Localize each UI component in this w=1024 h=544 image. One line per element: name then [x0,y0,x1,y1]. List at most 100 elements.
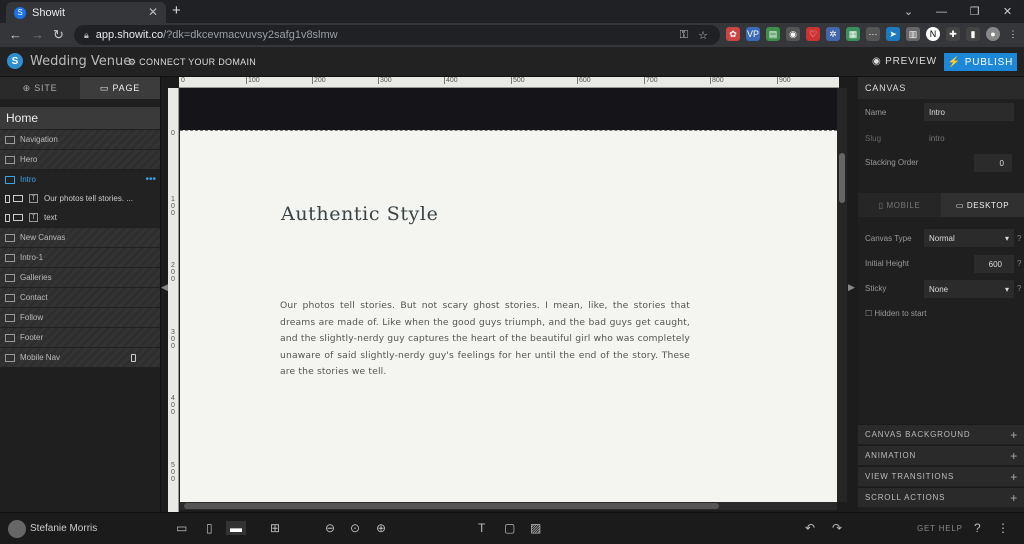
tab-site[interactable]: ⊕ SITE [0,77,80,99]
undo-icon[interactable]: ↶ [805,521,815,535]
extension-vp-icon[interactable]: VP [746,27,760,41]
tab-page[interactable]: ▭ PAGE [80,77,160,99]
minimize-icon[interactable]: — [925,0,958,23]
extensions-puzzle-icon[interactable]: ✚ [946,27,960,41]
reload-icon[interactable]: ↻ [53,27,64,43]
canvas-item-navigation[interactable]: Navigation [0,130,160,149]
bookmark-star-icon[interactable]: ☆ [698,29,708,42]
key-icon[interactable]: ⚿ [680,29,688,42]
extension-grid-icon[interactable]: ▥ [906,27,920,41]
canvas-item-follow[interactable]: Follow [0,308,160,327]
extension-red-icon[interactable]: ✿ [726,27,740,41]
collapse-right-icon[interactable]: ▶ [848,282,855,293]
initial-height-input[interactable]: 600 [974,255,1014,273]
back-icon[interactable]: ← [9,27,22,42]
dropdown-caret-icon: ▾ [1004,233,1009,243]
add-shape-icon[interactable]: ▢ [504,521,515,535]
zoom-fit-icon[interactable]: ⊙ [350,521,360,535]
section-view-transitions[interactable]: VIEW TRANSITIONS + [858,466,1024,486]
canvas-item-intro-1[interactable]: Intro-1 [0,248,160,267]
close-window-icon[interactable]: ✕ [991,0,1024,23]
vertical-scrollbar[interactable] [837,88,847,502]
left-panel: ⊕ SITE ▭ PAGE Home Navigation Hero Intro… [0,77,161,512]
mobile-icon: ▯ [878,200,887,210]
both-devices-icon[interactable]: ▭ [176,521,187,535]
profile-avatar-icon[interactable]: ● [986,27,1000,41]
element-item-text-block[interactable]: T Our photos tell stories. ... [0,189,160,208]
canvas-item-intro[interactable]: Intro ••• [0,170,160,189]
collapse-left-icon[interactable]: ◀ [161,282,168,293]
stacking-order-input[interactable]: 0 [974,154,1012,172]
section-scroll-actions[interactable]: SCROLL ACTIONS + [858,487,1024,507]
extension-pocket-icon[interactable]: ♡ [806,27,820,41]
scrollbar-thumb[interactable] [184,503,719,509]
preview-button[interactable]: ◉ PREVIEW [872,56,937,67]
canvas-item-new-canvas[interactable]: New Canvas [0,228,160,247]
sticky-select[interactable]: None ▾ [924,280,1014,298]
connect-domain-link[interactable]: ⚙ CONNECT YOUR DOMAIN [128,57,256,68]
tab-desktop[interactable]: ▭ DESKTOP [941,193,1024,217]
publish-button[interactable]: ⚡ PUBLISH [944,53,1017,71]
help-icon[interactable]: ? [1017,234,1021,243]
redo-icon[interactable]: ↷ [832,521,842,535]
text-icon: T [29,194,38,203]
canvas-item-footer[interactable]: Footer [0,328,160,347]
ruler-tick: 200 [171,262,175,283]
hidden-to-start-checkbox[interactable]: ☐ Hidden to start [865,309,926,318]
add-image-icon[interactable]: ▨ [530,521,541,535]
canvas-item-contact[interactable]: Contact [0,288,160,307]
site-name[interactable]: Wedding Venue [30,54,131,69]
new-tab-icon[interactable]: + [172,2,181,19]
more-options-icon[interactable]: ••• [145,174,156,185]
help-icon[interactable]: ? [1017,259,1021,268]
showit-logo-icon[interactable]: S [7,53,23,69]
user-name[interactable]: Stefanie Morris [30,523,97,534]
section-canvas-background[interactable]: CANVAS BACKGROUND + [858,424,1024,444]
tab-mobile[interactable]: ▯ MOBILE [858,193,941,217]
canvas-type-select[interactable]: Normal ▾ [924,229,1014,247]
get-help-link[interactable]: GET HELP [917,524,963,533]
sticky-label: Sticky [865,284,887,293]
desktop-view-icon[interactable]: ▬ [226,521,246,535]
canvas-heading[interactable]: Authentic Style [281,203,438,225]
eye-icon: ◉ [872,56,886,67]
canvas-item-mobile-nav[interactable]: Mobile Nav [0,348,160,367]
canvas-item-hero[interactable]: Hero [0,150,160,169]
help-icon[interactable]: ? [1017,284,1021,293]
zoom-out-icon[interactable]: ⊖ [325,521,335,535]
more-icon[interactable]: ⋮ [997,521,1009,535]
tab-search-icon[interactable]: ⌄ [892,0,925,23]
side-panel-icon[interactable]: ▮ [966,27,980,41]
browser-menu-icon[interactable]: ⋮ [1006,27,1020,41]
extension-chart-icon[interactable]: ▦ [846,27,860,41]
mobile-view-icon[interactable]: ▯ [206,521,213,535]
name-input[interactable]: Intro [924,103,1014,121]
extension-gear-icon[interactable]: ✲ [826,27,840,41]
canvas-body-text[interactable]: Our photos tell stories. But not scary g… [280,298,690,381]
close-tab-icon[interactable]: ✕ [148,5,158,19]
gear-icon: ⚙ [128,57,140,67]
page-title[interactable]: Home [0,107,160,129]
extension-camera-icon[interactable]: ◉ [786,27,800,41]
extension-green-icon[interactable]: ▤ [766,27,780,41]
url-input[interactable]: 🔒︎ app.showit.co/?dk=dkcevmacvuvsy2safg1… [74,25,720,45]
ruler-tick: 300 [171,329,175,350]
horizontal-scrollbar[interactable] [180,502,837,510]
restore-icon[interactable]: ❐ [958,0,991,23]
extension-menu-icon[interactable]: ⋯ [866,27,880,41]
browser-tab[interactable]: S Showit ✕ [6,2,166,23]
scrollbar-thumb[interactable] [839,153,845,203]
add-text-icon[interactable]: T [478,521,485,535]
help-icon[interactable]: ? [974,521,981,535]
element-item-text[interactable]: Ttext [0,208,160,227]
avatar[interactable] [8,520,26,538]
hero-canvas-preview[interactable] [180,88,837,130]
extension-n-icon[interactable]: N [926,27,940,41]
section-animation[interactable]: ANIMATION + [858,445,1024,465]
grid-icon[interactable]: ⊞ [270,521,280,535]
plus-icon: + [1010,427,1018,442]
forward-icon[interactable]: → [31,27,44,42]
zoom-in-icon[interactable]: ⊕ [376,521,386,535]
canvas-item-galleries[interactable]: Galleries [0,268,160,287]
extension-bird-icon[interactable]: ➤ [886,27,900,41]
